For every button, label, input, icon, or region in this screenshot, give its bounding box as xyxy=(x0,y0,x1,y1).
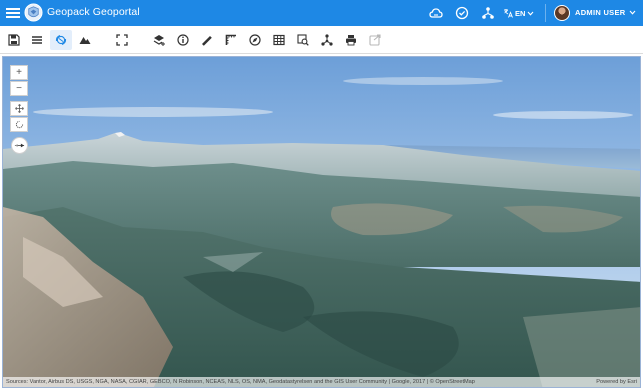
save-icon xyxy=(8,34,20,46)
network-button[interactable] xyxy=(316,30,338,50)
list-icon xyxy=(32,36,42,44)
table-icon xyxy=(273,34,285,46)
rotate-icon xyxy=(15,120,23,129)
navigation-arrow-icon xyxy=(14,143,25,148)
language-label: EN xyxy=(515,8,526,18)
network-icon xyxy=(321,34,333,46)
export-icon xyxy=(369,34,381,46)
search-layer-icon xyxy=(297,34,309,46)
globe-rotate-button[interactable] xyxy=(50,30,72,50)
table-button[interactable] xyxy=(268,30,290,50)
map-attribution: Sources: Vantor, Airbus DS, USGS, NGA, N… xyxy=(3,377,640,387)
compass-widget[interactable] xyxy=(11,137,28,154)
globe-rotate-icon xyxy=(55,34,67,46)
check-circle-icon[interactable] xyxy=(455,6,469,20)
compass-button[interactable] xyxy=(244,30,266,50)
cloud-sync-icon[interactable] xyxy=(429,6,443,20)
app-logo xyxy=(24,3,43,22)
info-button[interactable] xyxy=(172,30,194,50)
app-header: Geopack Geoportal EN ADMIN USER xyxy=(0,0,643,26)
search-layer-button[interactable] xyxy=(292,30,314,50)
zoom-in-button[interactable]: + xyxy=(10,65,28,80)
menu-icon[interactable] xyxy=(6,6,20,20)
chevron-down-icon xyxy=(528,11,534,16)
map-toolbar xyxy=(0,26,643,54)
compass-icon xyxy=(249,34,261,46)
language-selector[interactable]: EN xyxy=(503,8,534,18)
terrain-scene xyxy=(3,57,640,387)
attribution-sources: Sources: Vantor, Airbus DS, USGS, NGA, N… xyxy=(6,379,475,385)
measure-area-button[interactable] xyxy=(220,30,242,50)
save-button[interactable] xyxy=(3,30,25,50)
header-divider xyxy=(545,4,546,22)
info-icon xyxy=(177,34,189,46)
export-button[interactable] xyxy=(364,30,386,50)
rotate-button[interactable] xyxy=(10,117,28,132)
ruler-button[interactable] xyxy=(196,30,218,50)
hierarchy-icon[interactable] xyxy=(481,6,495,20)
powered-by-link[interactable]: Powered by Esri xyxy=(596,377,637,387)
zoom-out-button[interactable]: − xyxy=(10,81,28,96)
user-menu[interactable]: ADMIN USER xyxy=(575,8,636,17)
terrain-button[interactable] xyxy=(74,30,96,50)
app-title: Geopack Geoportal xyxy=(47,6,140,18)
avatar[interactable] xyxy=(554,5,570,21)
print-button[interactable] xyxy=(340,30,362,50)
move-icon xyxy=(14,104,24,113)
map-view[interactable]: + − Sources: Vantor, Airbus DS, USGS, NG… xyxy=(2,56,641,388)
list-button[interactable] xyxy=(26,30,48,50)
chevron-down-icon xyxy=(629,10,635,15)
translate-icon xyxy=(504,9,513,18)
layers-add-button[interactable] xyxy=(148,30,170,50)
terrain-icon xyxy=(79,37,91,44)
print-icon xyxy=(346,35,356,46)
user-name: ADMIN USER xyxy=(575,8,626,17)
fullscreen-button[interactable] xyxy=(111,30,133,50)
pan-button[interactable] xyxy=(10,101,28,116)
fullscreen-icon xyxy=(116,34,128,46)
measure-area-icon xyxy=(225,34,236,45)
layers-add-icon xyxy=(153,35,165,46)
ruler-icon xyxy=(202,36,212,46)
